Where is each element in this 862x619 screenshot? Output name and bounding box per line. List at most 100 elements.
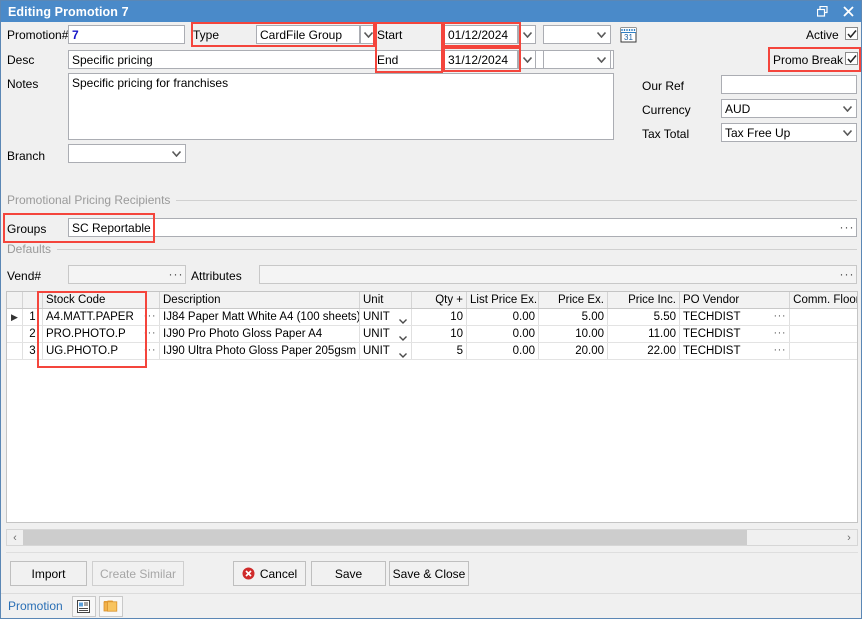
end-label-text: End [377,53,399,67]
table-row[interactable]: 3 UG.PHOTO.P ··· IJ90 Ultra Photo Gloss Pap… [7,343,857,360]
promotion-lines-grid[interactable]: Stock Code Description Unit Qty + List Price… [6,291,858,523]
grid-column-header-unit[interactable]: Unit [360,292,412,308]
grid-cell-pricei[interactable]: 5.50 [608,309,680,325]
grid-cell-comm[interactable] [790,326,857,342]
branch-select[interactable] [68,144,186,163]
type-input[interactable]: CardFile Group [256,25,360,44]
end-date-input[interactable]: 31/12/2024 [444,50,518,69]
grid-cell-unit[interactable]: UNIT [360,326,412,342]
grid-cell-unit[interactable]: UNIT [360,309,412,325]
notes-textarea[interactable]: Specific pricing for franchises [68,73,614,140]
cancel-button[interactable]: Cancel [233,561,306,586]
grid-column-header-listpx[interactable]: List Price Ex. [467,292,539,308]
grid-column-header-pricex[interactable]: Price Ex. [539,292,608,308]
grid-column-header-mark[interactable] [7,292,23,308]
grid-cell-stock[interactable]: PRO.PHOTO.P ··· [43,326,160,342]
grid-cell-vendor-browse-button[interactable]: ··· [774,309,787,323]
currency-chevron-down-icon[interactable] [839,100,856,117]
grid-cell-comm[interactable] [790,343,857,359]
save-and-close-button[interactable]: Save & Close [389,561,469,586]
grid-cell-desc[interactable]: IJ84 Paper Matt White A4 (100 sheets) [160,309,360,325]
attributes-input[interactable] [259,265,857,284]
grid-column-header-num[interactable] [23,292,43,308]
promo-break-checkbox[interactable] [845,52,858,65]
calendar-icon[interactable]: 31 [620,26,637,43]
grid-cell-unit-chevron-down-icon[interactable] [399,330,407,342]
grid-column-header-pricei[interactable]: Price Inc. [608,292,680,308]
grid-cell-unit-chevron-down-icon[interactable] [399,313,407,325]
groups-browse-button[interactable]: ··· [839,221,855,235]
grid-cell-pricex[interactable]: 20.00 [539,343,608,359]
grid-cell-qty[interactable]: 10 [412,326,467,342]
document-details-icon[interactable] [71,595,96,617]
grid-cell-pricex[interactable]: 5.00 [539,309,608,325]
start-period-chevron-down-icon[interactable] [593,26,610,43]
grid-cell-comm[interactable] [790,309,857,325]
tax-total-select[interactable]: Tax Free Up [721,123,857,142]
table-row[interactable]: ▶ 1 A4.MATT.PAPER ··· IJ84 Paper Matt White … [7,309,857,326]
tab-promotion[interactable]: Promotion [1,594,70,618]
grid-cell-stock-browse-button[interactable]: ··· [144,326,157,340]
scrollbar-thumb[interactable] [23,530,747,545]
type-dropdown-arrow[interactable] [360,25,377,44]
tax-total-chevron-down-icon[interactable] [839,124,856,141]
grid-cell-stock-browse-button[interactable]: ··· [144,309,157,323]
active-checkbox[interactable] [845,27,858,40]
grid-cell-pricex[interactable]: 10.00 [539,326,608,342]
grid-cell-unit-chevron-down-icon[interactable] [399,347,407,359]
grid-cell-stock-browse-button[interactable]: ··· [144,343,157,357]
scroll-right-arrow-icon[interactable]: › [841,530,857,545]
scroll-left-arrow-icon[interactable]: ‹ [7,530,23,545]
grid-cell-stock[interactable]: UG.PHOTO.P ··· [43,343,160,359]
create-similar-button[interactable]: Create Similar [92,561,184,586]
grid-column-header-qty[interactable]: Qty + [412,292,467,308]
grid-column-header-stock[interactable]: Stock Code [43,292,160,308]
grid-cell-mark[interactable] [7,326,23,342]
close-icon[interactable] [835,1,861,22]
grid-cell-num[interactable]: 1 [23,309,43,325]
grid-cell-desc[interactable]: IJ90 Pro Photo Gloss Paper A4 [160,326,360,342]
restore-window-icon[interactable] [809,1,835,22]
grid-column-header-comm[interactable]: Comm. Floor$ [790,292,857,308]
copy-folder-icon[interactable] [98,595,123,617]
grid-cell-vendor[interactable]: TECHDIST ··· [680,326,790,342]
promotion-number-input[interactable]: 7 [68,25,185,44]
end-date-dropdown-arrow[interactable] [518,50,536,69]
grid-cell-mark[interactable]: ▶ [7,309,23,325]
scrollbar-track[interactable] [23,530,841,545]
grid-cell-mark[interactable] [7,343,23,359]
save-button[interactable]: Save [311,561,386,586]
currency-select[interactable]: AUD [721,99,857,118]
grid-cell-unit[interactable]: UNIT [360,343,412,359]
grid-cell-num[interactable]: 2 [23,326,43,342]
grid-cell-listpx[interactable]: 0.00 [467,326,539,342]
grid-cell-listpx[interactable]: 0.00 [467,343,539,359]
grid-cell-vendor-browse-button[interactable]: ··· [774,343,787,357]
our-ref-input[interactable] [721,75,857,94]
grid-cell-pricei[interactable]: 11.00 [608,326,680,342]
grid-cell-vendor[interactable]: TECHDIST ··· [680,343,790,359]
start-period-select[interactable] [543,25,611,44]
grid-cell-qty[interactable]: 5 [412,343,467,359]
attributes-browse-button[interactable]: ··· [839,268,855,282]
vend-browse-button[interactable]: ··· [168,268,184,282]
grid-column-header-vendor[interactable]: PO Vendor [680,292,790,308]
start-date-dropdown-arrow[interactable] [518,25,536,44]
import-button[interactable]: Import [10,561,87,586]
grid-horizontal-scrollbar[interactable]: ‹ › [6,529,858,546]
start-date-input[interactable]: 01/12/2024 [444,25,518,44]
grid-cell-num[interactable]: 3 [23,343,43,359]
grid-cell-listpx[interactable]: 0.00 [467,309,539,325]
grid-cell-vendor-browse-button[interactable]: ··· [774,326,787,340]
grid-column-header-desc[interactable]: Description [160,292,360,308]
grid-cell-desc[interactable]: IJ90 Ultra Photo Gloss Paper 205gsm [160,343,360,359]
grid-cell-qty[interactable]: 10 [412,309,467,325]
end-period-chevron-down-icon[interactable] [593,51,610,68]
table-row[interactable]: 2 PRO.PHOTO.P ··· IJ90 Pro Photo Gloss Pape… [7,326,857,343]
end-period-select[interactable] [543,50,611,69]
grid-cell-vendor[interactable]: TECHDIST ··· [680,309,790,325]
grid-cell-stock[interactable]: A4.MATT.PAPER ··· [43,309,160,325]
groups-input[interactable]: SC Reportable [68,218,857,237]
branch-chevron-down-icon[interactable] [168,145,185,162]
grid-cell-pricei[interactable]: 22.00 [608,343,680,359]
